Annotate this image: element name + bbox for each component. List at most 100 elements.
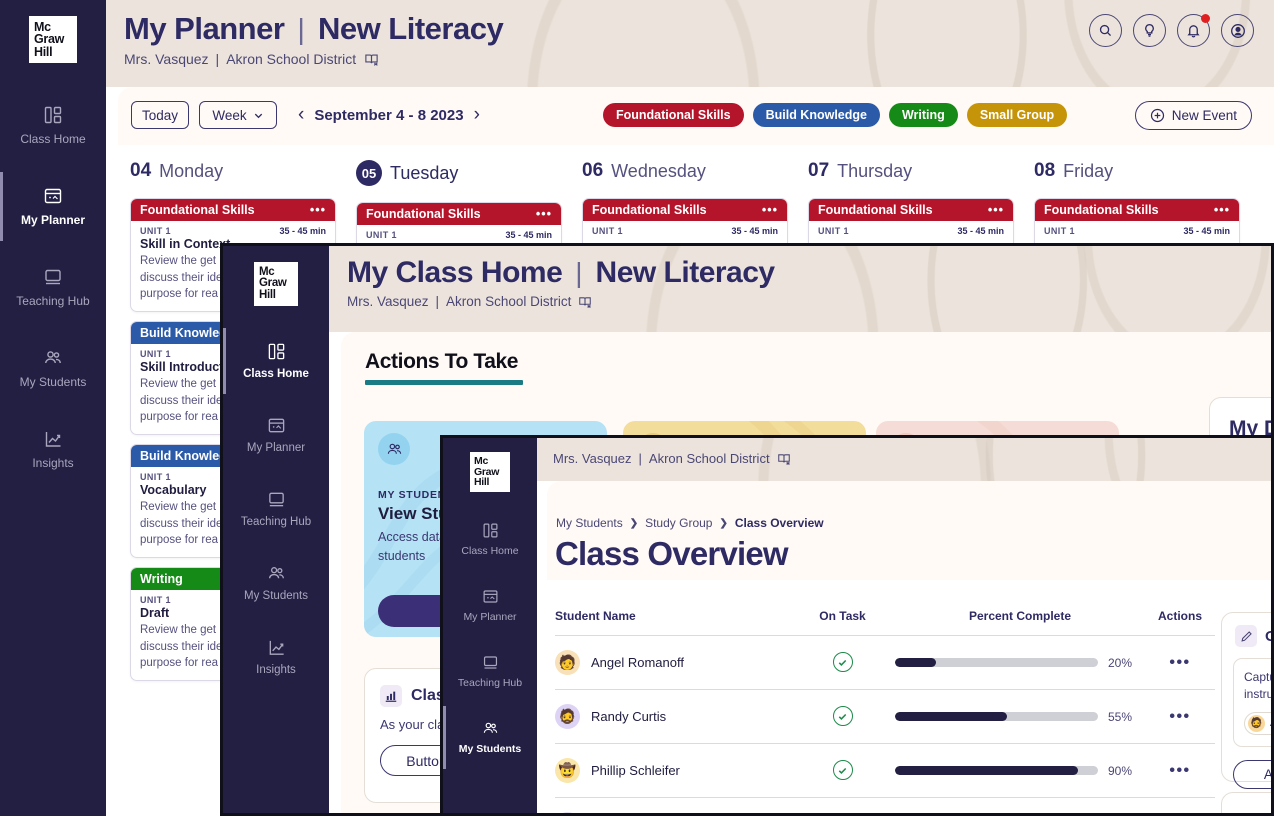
column-student-name: Student Name: [555, 609, 636, 623]
day-number-friday: 08: [1034, 160, 1056, 181]
book-icon[interactable]: [578, 295, 592, 309]
sidebar-item-my-planner[interactable]: My Planner: [223, 416, 329, 454]
notifications-button[interactable]: [1177, 14, 1210, 47]
breadcrumb-my-students[interactable]: My Students: [556, 516, 623, 530]
day-name-thursday: Thursday: [837, 160, 913, 181]
observations-secondary-panel[interactable]: [1221, 792, 1271, 813]
student-name: Phillip Schleifer: [591, 763, 680, 778]
teacher-name: Mrs. Vasquez: [124, 51, 209, 67]
avatar-glyph: 🧔: [558, 708, 577, 724]
sidebar-item-insights[interactable]: Insights: [223, 638, 329, 676]
avatar: 🤠: [555, 758, 580, 783]
classhome-header: My Class Home | New Literacy Mrs. Vasque…: [329, 246, 1271, 332]
table-row[interactable]: 🤠 Phillip Schleifer 90% •••: [555, 743, 1215, 798]
view-select[interactable]: Week: [199, 101, 277, 129]
sidebar-item-my-planner[interactable]: My Planner: [443, 588, 537, 623]
account-button[interactable]: [1221, 14, 1254, 47]
sidebar-label-my-planner: My Planner: [246, 442, 306, 454]
cell-on-task: [790, 797, 895, 813]
students-table: Student Name On Task Percent Complete Ac…: [555, 609, 1215, 813]
kebab-icon[interactable]: •••: [1169, 762, 1190, 779]
kebab-icon[interactable]: •••: [536, 207, 552, 221]
observations-panel[interactable]: Obs Captur instruct 🧔 An Add O: [1221, 612, 1271, 789]
legend-chip-foundational[interactable]: Foundational Skills: [603, 103, 744, 127]
sidebar-label-my-planner: My Planner: [463, 611, 517, 623]
overview-header: Mrs. Vasquez | Akron School District: [537, 438, 1271, 481]
today-button[interactable]: Today: [131, 101, 189, 129]
lightbulb-icon: [1145, 24, 1154, 37]
search-button[interactable]: [1089, 14, 1122, 47]
kebab-icon[interactable]: •••: [1214, 203, 1230, 217]
chart-icon: [45, 432, 61, 447]
progress-bar: [895, 658, 1098, 667]
sidebar-item-my-students[interactable]: My Students: [0, 348, 106, 389]
legend-chip-build-knowledge[interactable]: Build Knowledge: [752, 103, 880, 127]
avatar: 🧔: [555, 704, 580, 729]
table-row[interactable]: 🧑 Angel Romanoff 20% •••: [555, 635, 1215, 690]
event-unit: UNIT 1: [592, 226, 623, 236]
table-row[interactable]: 🧔 Randy Curtis 55% •••: [555, 689, 1215, 744]
breadcrumb-study-group[interactable]: Study Group: [645, 516, 712, 530]
help-button[interactable]: [1133, 14, 1166, 47]
avatar-glyph: 🧔: [1250, 717, 1263, 729]
prev-week-button[interactable]: ‹: [298, 104, 304, 126]
kebab-icon[interactable]: •••: [762, 203, 778, 217]
sidebar-label-my-students: My Students: [19, 375, 87, 389]
district-name: Akron School District: [226, 51, 357, 67]
legend-chip-writing[interactable]: Writing: [888, 103, 958, 127]
window-class-overview[interactable]: Mc Graw Hill Class Home My Planner Teach…: [440, 435, 1274, 816]
cell-percent-complete: [895, 797, 1145, 813]
section-underline: [365, 380, 523, 385]
sidebar-item-teaching-hub[interactable]: Teaching Hub: [223, 490, 329, 528]
sidebar-item-teaching-hub[interactable]: Teaching Hub: [443, 654, 537, 689]
kebab-icon[interactable]: •••: [1169, 708, 1190, 725]
sidebar-item-class-home[interactable]: Class Home: [443, 522, 537, 557]
sidebar-item-my-planner[interactable]: My Planner: [0, 172, 106, 241]
sidebar-item-teaching-hub[interactable]: Teaching Hub: [0, 267, 106, 308]
event-category: Foundational Skills: [1044, 203, 1159, 217]
cell-student-name: 🧑 Angel Romanoff: [555, 635, 790, 690]
cell-student-name: 🧔 Randy Curtis: [555, 689, 790, 744]
observation-student-tag[interactable]: 🧔 An: [1244, 711, 1271, 735]
book-icon[interactable]: [777, 452, 791, 466]
sidebar-label-insights: Insights: [32, 456, 74, 470]
column-on-task: On Task: [819, 609, 866, 623]
new-event-button[interactable]: New Event: [1134, 101, 1252, 130]
district-name: Akron School District: [446, 294, 572, 309]
new-event-label: New Event: [1171, 108, 1237, 123]
next-week-button[interactable]: ›: [474, 104, 480, 126]
actions-section-title: Actions To Take: [365, 350, 519, 373]
observations-title: Obs: [1265, 628, 1271, 645]
dashboard-icon: [44, 106, 62, 124]
sidebar-label-insights: Insights: [256, 664, 296, 676]
percent-label: 55%: [1108, 709, 1133, 724]
observation-entry[interactable]: Captur instruct 🧔 An: [1233, 658, 1271, 747]
sidebar-item-class-home[interactable]: Class Home: [223, 328, 329, 394]
dashboard-icon: [483, 523, 497, 538]
sidebar-label-teaching-hub: Teaching Hub: [457, 677, 523, 689]
book-icon[interactable]: [364, 52, 379, 67]
breadcrumb-separator: ❯: [629, 517, 639, 529]
people-icon: [45, 351, 61, 364]
cell-on-task: [790, 689, 895, 744]
sidebar-item-my-students[interactable]: My Students: [223, 564, 329, 602]
legend-chip-small-group[interactable]: Small Group: [966, 103, 1068, 127]
event-duration: 35 - 45 min: [957, 226, 1004, 236]
sidebar-item-insights[interactable]: Insights: [0, 429, 106, 470]
screen: Mc Graw Hill Class Home My Planner Teach…: [0, 0, 1274, 816]
dashboard-icon: [268, 343, 284, 360]
kebab-icon[interactable]: •••: [310, 203, 326, 217]
kebab-icon[interactable]: •••: [988, 203, 1004, 217]
sidebar-item-my-students[interactable]: My Students: [443, 706, 537, 769]
logo-line-2: Graw: [34, 32, 65, 47]
sidebar-label-class-home: Class Home: [243, 368, 309, 380]
kebab-icon[interactable]: •••: [1169, 654, 1190, 671]
page-title: Class Overview: [555, 535, 789, 572]
table-row[interactable]: 🙂: [555, 797, 1215, 813]
legend-label-foundational: Foundational Skills: [616, 108, 731, 122]
bar-chart-icon: [385, 691, 397, 702]
monitor-icon: [45, 269, 61, 285]
sidebar-item-class-home[interactable]: Class Home: [0, 105, 106, 146]
add-observation-button[interactable]: Add O: [1233, 759, 1271, 789]
account-icon: [1230, 23, 1245, 38]
